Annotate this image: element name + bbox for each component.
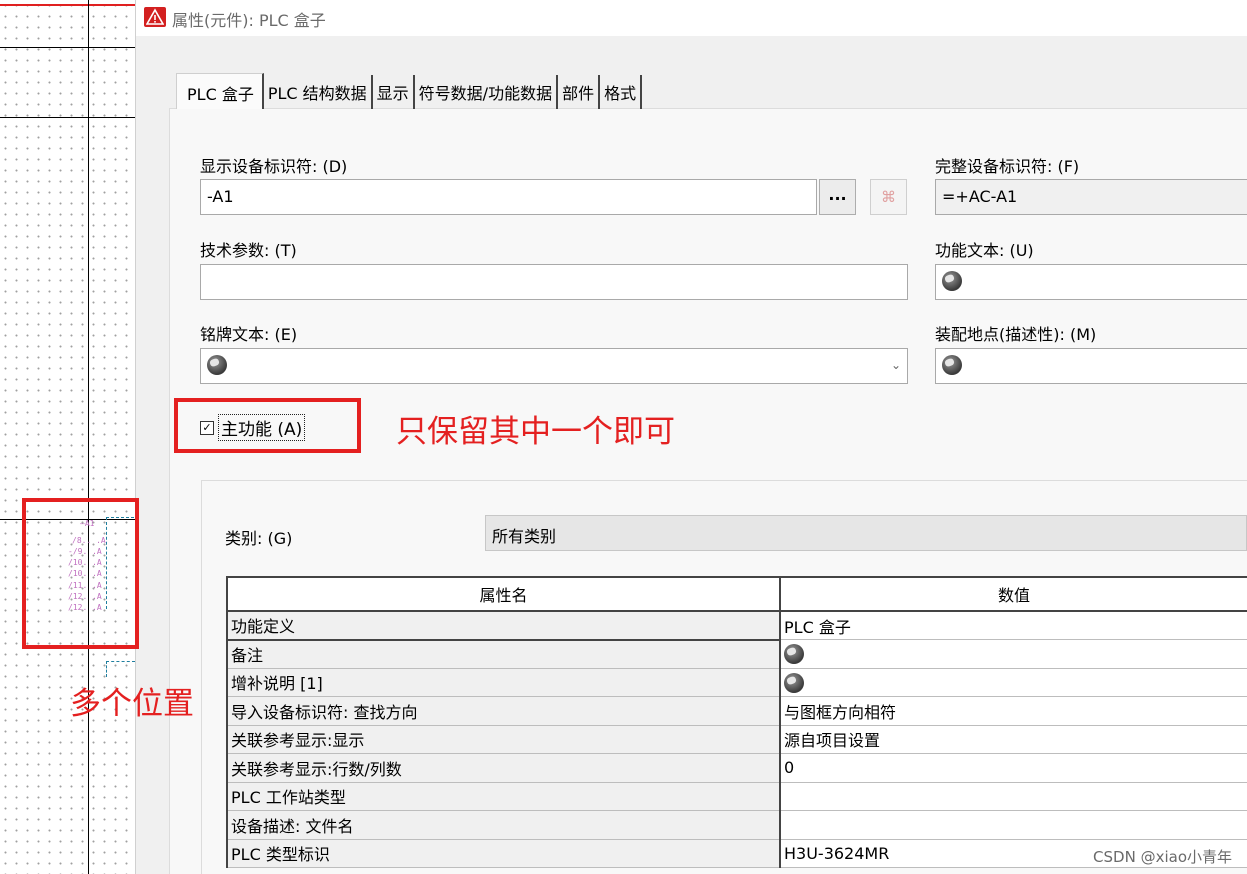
tech-params-label: 技术参数: (T)	[200, 241, 297, 260]
clear-dt-button[interactable]: ⌘	[870, 179, 907, 215]
schematic-canvas[interactable]: —A1 /8.. .A -/9. .A /10. .A /10. .A /11.…	[0, 0, 135, 874]
category-label: 类别: (G)	[225, 529, 293, 548]
property-value-cell[interactable]: 0	[780, 753, 1247, 783]
display-dt-label: 显示设备标识符: (D)	[200, 157, 348, 176]
tab-plc-box[interactable]: PLC 盒子	[176, 73, 264, 109]
grid-line-vertical	[88, 0, 89, 874]
browse-button[interactable]: ...	[819, 179, 856, 215]
watermark: CSDN @xiao小青年	[1093, 848, 1232, 866]
property-name-cell[interactable]: 关联参考显示:行数/列数	[227, 753, 781, 783]
property-table: 属性名 数值 功能定义 PLC 盒子 备注 增补说明 [1] 导入设备标识符: …	[226, 576, 1247, 868]
globe-icon	[207, 354, 227, 375]
property-value-cell[interactable]	[780, 668, 1247, 697]
highlight-box-symbol	[22, 498, 139, 649]
annotation-multiple-positions: 多个位置	[70, 686, 194, 722]
property-name-cell[interactable]: 导入设备标识符: 查找方向	[227, 696, 781, 726]
tech-params-input[interactable]	[200, 264, 908, 300]
property-value-cell[interactable]	[780, 639, 1247, 669]
table-row[interactable]: 功能定义 PLC 盒子	[226, 610, 1247, 641]
globe-icon	[942, 270, 962, 291]
property-name-cell[interactable]: 功能定义	[226, 610, 781, 641]
tab-display[interactable]: 显示	[373, 75, 415, 109]
window-title: 属性(元件): PLC 盒子	[172, 11, 326, 30]
highlight-box-main-function	[174, 398, 361, 453]
box-edge-dashed	[106, 661, 107, 677]
tab-strip: PLC 盒子 PLC 结构数据 显示 符号数据/功能数据 部件 格式	[176, 73, 643, 109]
table-row[interactable]: PLC 工作站类型	[227, 782, 1247, 811]
table-row[interactable]: 关联参考显示:显示 源自项目设置	[227, 725, 1247, 754]
property-name-cell[interactable]: PLC 类型标识	[227, 839, 781, 868]
table-row[interactable]: 导入设备标识符: 查找方向 与图框方向相符	[227, 696, 1247, 726]
property-value-cell[interactable]: 与图框方向相符	[780, 696, 1247, 726]
box-edge-dashed	[106, 661, 135, 662]
title-bar[interactable]: 属性(元件): PLC 盒子	[136, 0, 1247, 36]
globe-icon	[942, 354, 962, 375]
column-header-property-name[interactable]: 属性名	[227, 577, 781, 612]
chevron-down-icon: ⌄	[890, 358, 901, 372]
tab-symbol-function-data[interactable]: 符号数据/功能数据	[415, 75, 559, 109]
grid-line-horizontal	[0, 47, 135, 48]
full-dt-label: 完整设备标识符: (F)	[935, 157, 1080, 176]
globe-icon	[784, 672, 804, 693]
mounting-input[interactable]	[935, 348, 1247, 384]
property-name-cell[interactable]: PLC 工作站类型	[227, 782, 781, 811]
property-value-cell[interactable]	[780, 782, 1247, 811]
property-value-cell[interactable]: PLC 盒子	[780, 611, 1247, 640]
nameplate-label: 铭牌文本: (E)	[200, 325, 298, 344]
property-name-cell[interactable]: 备注	[227, 639, 781, 669]
property-value-cell[interactable]	[780, 810, 1247, 840]
tab-plc-structure-data[interactable]: PLC 结构数据	[264, 75, 373, 109]
grid-line-horizontal	[0, 117, 135, 118]
app-warning-icon	[144, 7, 166, 27]
tab-parts[interactable]: 部件	[558, 75, 601, 109]
clear-icon: ⌘	[881, 188, 896, 206]
property-name-cell[interactable]: 增补说明 [1]	[227, 668, 781, 697]
globe-icon	[784, 644, 804, 664]
function-text-input[interactable]	[935, 264, 1247, 300]
function-text-label: 功能文本: (U)	[935, 241, 1034, 260]
full-dt-field[interactable]: =+AC-A1	[935, 179, 1247, 215]
sheet-border-red	[0, 4, 135, 6]
column-header-value[interactable]: 数值	[780, 577, 1247, 612]
property-name-cell[interactable]: 关联参考显示:显示	[227, 725, 781, 754]
table-row[interactable]: 备注	[227, 639, 1247, 669]
nameplate-dropdown[interactable]: ⌄	[200, 348, 908, 384]
table-row[interactable]: 设备描述: 文件名	[227, 810, 1247, 840]
mounting-label: 装配地点(描述性): (M)	[935, 325, 1097, 344]
display-dt-input[interactable]: -A1	[200, 179, 817, 215]
table-header-row: 属性名 数值	[227, 577, 1247, 612]
tab-format[interactable]: 格式	[600, 75, 643, 109]
annotation-keep-one: 只保留其中一个即可	[396, 414, 675, 450]
category-dropdown[interactable]: 所有类别	[485, 515, 1247, 551]
table-row[interactable]: 关联参考显示:行数/列数 0	[227, 753, 1247, 783]
property-name-cell[interactable]: 设备描述: 文件名	[227, 810, 781, 840]
table-row[interactable]: 增补说明 [1]	[227, 668, 1247, 697]
property-value-cell[interactable]: 源自项目设置	[780, 725, 1247, 754]
